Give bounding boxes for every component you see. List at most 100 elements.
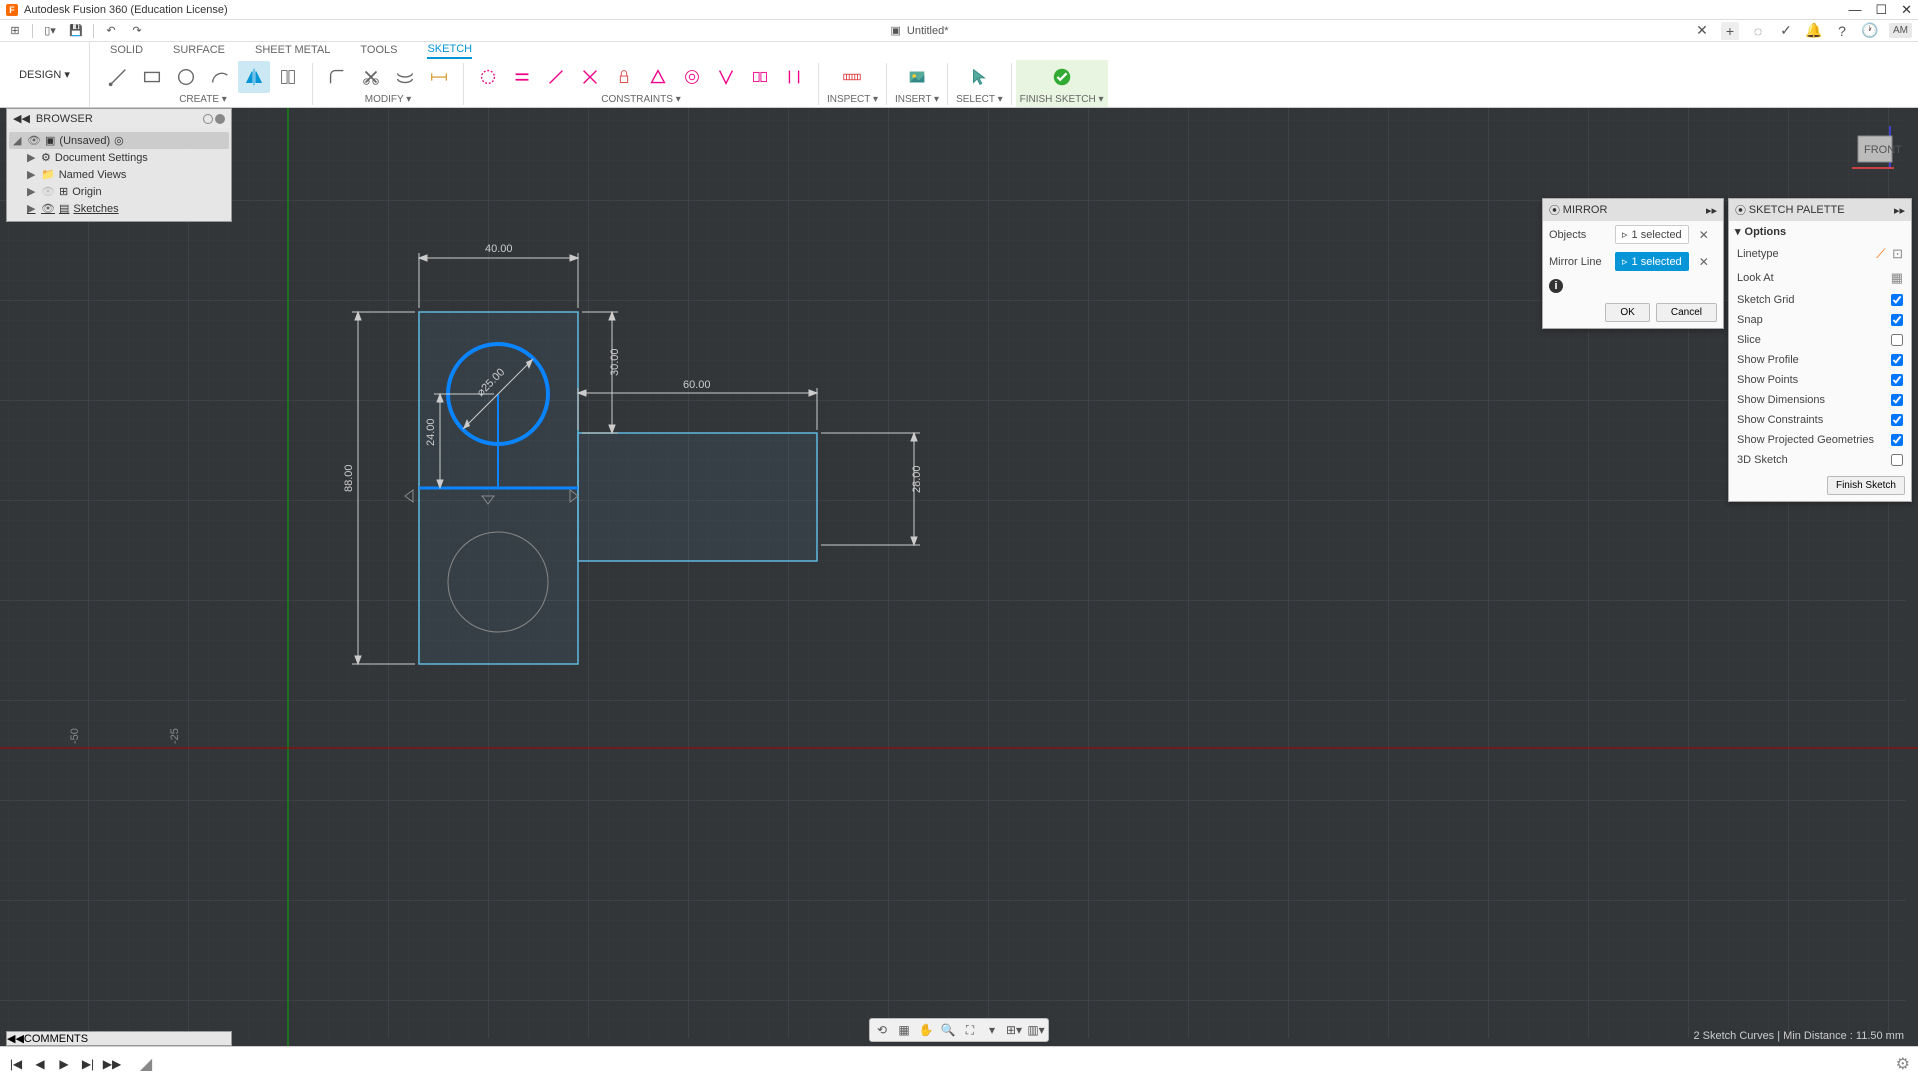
clock-icon[interactable]: 🕐 [1861, 22, 1879, 40]
timeline-sketch-feature-icon[interactable]: ◢ [138, 1056, 154, 1072]
lookat-icon[interactable]: ▦ [1891, 270, 1903, 286]
dimension-tool-icon[interactable] [423, 61, 455, 93]
group-modify-label[interactable]: MODIFY ▾ [365, 94, 412, 107]
palette-checkbox-2[interactable] [1891, 334, 1903, 346]
file-menu-button[interactable]: ▯▾ [41, 23, 59, 39]
insert-tool-icon[interactable] [901, 61, 933, 93]
maximize-button[interactable]: ☐ [1875, 2, 1887, 18]
palette-checkbox-6[interactable] [1891, 414, 1903, 426]
group-select-label[interactable]: SELECT ▾ [956, 94, 1003, 107]
line-tool-icon[interactable] [102, 61, 134, 93]
close-tab-button[interactable]: ✕ [1693, 22, 1711, 40]
notifications-icon[interactable]: 🔔 [1805, 22, 1823, 40]
timeline-end-icon[interactable]: ▶▶ [104, 1056, 120, 1072]
palette-collapse-icon[interactable]: ⦿ [1735, 202, 1746, 218]
lookat-nav-icon[interactable]: ▦ [894, 1021, 914, 1039]
browser-item-sketches[interactable]: ▶👁▤Sketches [9, 200, 229, 217]
timeline-settings-icon[interactable]: ⚙ [1896, 1054, 1910, 1074]
close-button[interactable]: ✕ [1901, 2, 1912, 18]
mirror-ok-button[interactable]: OK [1605, 303, 1649, 322]
group-create-label[interactable]: CREATE ▾ [179, 94, 227, 107]
mirror-cancel-button[interactable]: Cancel [1656, 303, 1717, 322]
workspace-switcher[interactable]: DESIGN ▾ [0, 42, 90, 107]
user-avatar[interactable]: AM [1889, 23, 1912, 38]
browser-root[interactable]: ◢👁▣(Unsaved)◎ [9, 132, 229, 149]
timeline-play-icon[interactable]: ▶ [56, 1056, 72, 1072]
rectangle-tool-icon[interactable] [136, 61, 168, 93]
coincident-constraint-icon[interactable] [540, 61, 572, 93]
browser-item-docsettings[interactable]: ▶⚙Document Settings [9, 149, 229, 166]
measure-tool-icon[interactable] [836, 61, 868, 93]
grid-settings-icon[interactable]: ⊞▾ [1004, 1021, 1024, 1039]
view-cube[interactable]: FRONT [1844, 118, 1904, 178]
fillet-tool-icon[interactable] [321, 61, 353, 93]
perpendicular-constraint-icon[interactable] [574, 61, 606, 93]
linetype-center-icon[interactable]: ⊡ [1892, 246, 1903, 262]
job-status-icon[interactable]: ✓ [1777, 22, 1795, 40]
midpoint-constraint-icon[interactable] [642, 61, 674, 93]
undo-button[interactable]: ↶ [102, 23, 120, 39]
fix-constraint-icon[interactable] [608, 61, 640, 93]
finish-sketch-icon[interactable] [1046, 61, 1078, 93]
palette-checkbox-0[interactable] [1891, 294, 1903, 306]
horizontal-constraint-icon[interactable] [472, 61, 504, 93]
browser-close-icon[interactable] [215, 114, 225, 124]
zoom-icon[interactable]: 🔍 [938, 1021, 958, 1039]
mirror-objects-selector[interactable]: ▹1 selected [1615, 225, 1689, 244]
palette-checkbox-3[interactable] [1891, 354, 1903, 366]
fit-icon[interactable]: ⛶ [960, 1021, 980, 1039]
document-tab[interactable]: ▣ Untitled* [871, 22, 969, 39]
mirror-line-selector[interactable]: ▹1 selected [1615, 252, 1689, 271]
apps-grid-icon[interactable]: ⊞ [6, 23, 24, 39]
group-constraints-label[interactable]: CONSTRAINTS ▾ [601, 94, 680, 107]
palette-checkbox-1[interactable] [1891, 314, 1903, 326]
extensions-icon[interactable]: ◌ [1749, 22, 1767, 40]
display-settings-icon[interactable]: ▾ [982, 1021, 1002, 1039]
browser-dot-icon[interactable] [203, 114, 213, 124]
arc-tool-icon[interactable] [204, 61, 236, 93]
symmetry-constraint-icon[interactable] [744, 61, 776, 93]
browser-expand-icon[interactable]: ◀◀ [13, 112, 30, 125]
palette-checkbox-8[interactable] [1891, 454, 1903, 466]
save-button[interactable]: 💾 [67, 23, 85, 39]
viewport-split-icon[interactable]: ▥▾ [1026, 1021, 1046, 1039]
tab-tools[interactable]: TOOLS [360, 44, 397, 58]
tab-sketch[interactable]: SKETCH [427, 43, 472, 59]
palette-checkbox-7[interactable] [1891, 434, 1903, 446]
timeline-start-icon[interactable]: |◀ [8, 1056, 24, 1072]
trim-tool-icon[interactable] [355, 61, 387, 93]
browser-item-origin[interactable]: ▶👁⊞Origin [9, 183, 229, 200]
orbit-icon[interactable]: ⟲ [872, 1021, 892, 1039]
linetype-construction-icon[interactable]: ⟋ [1876, 246, 1885, 262]
comments-expand-icon[interactable]: ◀◀ [7, 1033, 24, 1045]
palette-checkbox-5[interactable] [1891, 394, 1903, 406]
palette-checkbox-4[interactable] [1891, 374, 1903, 386]
group-insert-label[interactable]: INSERT ▾ [895, 94, 939, 107]
palette-expand-icon[interactable]: ▸▸ [1894, 204, 1905, 217]
help-icon[interactable]: ? [1833, 22, 1851, 40]
redo-button[interactable]: ↷ [128, 23, 146, 39]
select-tool-icon[interactable] [963, 61, 995, 93]
equal-constraint-icon[interactable] [506, 61, 538, 93]
tab-sheetmetal[interactable]: SHEET METAL [255, 44, 330, 58]
timeline-next-icon[interactable]: ▶| [80, 1056, 96, 1072]
group-finish-label[interactable]: FINISH SKETCH ▾ [1020, 94, 1104, 107]
group-inspect-label[interactable]: INSPECT ▾ [827, 94, 878, 107]
spline-tool-icon[interactable] [272, 61, 304, 93]
mirror-info-icon[interactable]: i [1549, 279, 1563, 293]
new-tab-button[interactable]: + [1721, 22, 1739, 40]
mirror-line-clear[interactable]: ✕ [1695, 255, 1713, 269]
concentric-constraint-icon[interactable] [676, 61, 708, 93]
pan-icon[interactable]: ✋ [916, 1021, 936, 1039]
circle-tool-icon[interactable] [170, 61, 202, 93]
finish-sketch-button[interactable]: Finish Sketch [1827, 476, 1905, 495]
offset-tool-icon[interactable] [389, 61, 421, 93]
mirror-expand-icon[interactable]: ▸▸ [1706, 204, 1717, 217]
tab-surface[interactable]: SURFACE [173, 44, 225, 58]
timeline-prev-icon[interactable]: ◀ [32, 1056, 48, 1072]
tangent-constraint-icon[interactable] [710, 61, 742, 93]
parallel-constraint-icon[interactable] [778, 61, 810, 93]
tab-solid[interactable]: SOLID [110, 44, 143, 58]
mirror-tool-icon[interactable] [238, 61, 270, 93]
mirror-objects-clear[interactable]: ✕ [1695, 228, 1713, 242]
